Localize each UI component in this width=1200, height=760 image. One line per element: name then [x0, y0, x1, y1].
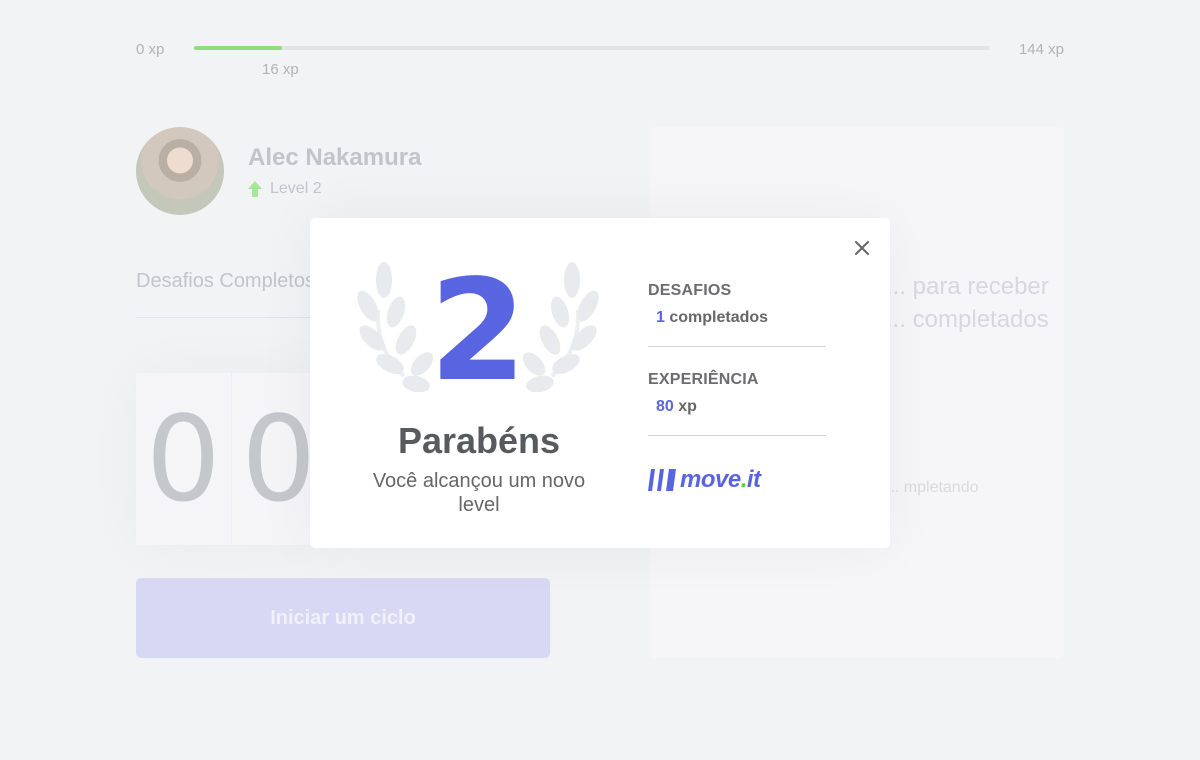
avatar	[136, 127, 224, 215]
xp-max-label: 144 xp	[1018, 41, 1064, 58]
profile-name: Alec Nakamura	[248, 144, 422, 171]
challenges-stat: DESAFIOS 1 completados	[648, 282, 826, 347]
congrats-title: Parabéns	[397, 420, 561, 461]
profile-info: Alec Nakamura Level 2	[248, 144, 421, 198]
profile-level: Level 2	[248, 180, 421, 198]
xp-current-label: 16 xp	[262, 61, 299, 78]
challenges-stat-label: DESAFIOS	[648, 282, 732, 299]
experience-stat-value: 80 xp	[648, 398, 826, 416]
level-number: 2	[429, 250, 527, 413]
start-cycle-button[interactable]: Iniciar um ciclo	[136, 578, 550, 658]
experience-stat: EXPERIÊNCIA 80 xp	[648, 371, 826, 436]
close-icon	[855, 241, 869, 255]
close-button[interactable]	[850, 236, 874, 260]
completed-challenges-label: Desafios Completos	[136, 270, 315, 292]
xp-min-label: 0 xp	[136, 41, 165, 58]
countdown: 0 0	[136, 373, 326, 545]
challenges-stat-value: 1 completados	[648, 309, 826, 327]
experience-unit: xp	[678, 398, 697, 415]
level-up-arrow-icon	[248, 181, 262, 197]
xp-track	[194, 46, 990, 50]
profile: Alec Nakamura Level 2	[136, 127, 421, 215]
brand-logo: move.it	[648, 466, 761, 494]
level-up-modal: 2 Parabéns Você alcançou um novo level D…	[310, 218, 890, 548]
challenges-unit: completados	[669, 309, 769, 326]
brand-text: move	[680, 466, 741, 493]
countdown-minutes: 0 0	[136, 373, 326, 545]
brand-name: move.it	[680, 466, 761, 494]
xp-progress-fill	[194, 46, 283, 50]
experience-bar: 0 xp 16 xp 144 xp	[136, 38, 1064, 78]
challenge-box-title: ... para receber ... completados	[886, 273, 1049, 333]
experience-stat-label: EXPERIÊNCIA	[648, 371, 759, 388]
challenge-box-hint: ... mpletando	[886, 479, 979, 496]
profile-level-label: Level 2	[270, 180, 322, 197]
move-it-logo-icon	[648, 469, 676, 491]
brand-suffix: it	[746, 466, 761, 493]
countdown-digit: 0	[145, 390, 221, 528]
challenges-count: 1	[656, 309, 665, 326]
congrats-subtitle: Você alcançou um novo level	[372, 470, 586, 516]
experience-amount: 80	[656, 398, 674, 415]
